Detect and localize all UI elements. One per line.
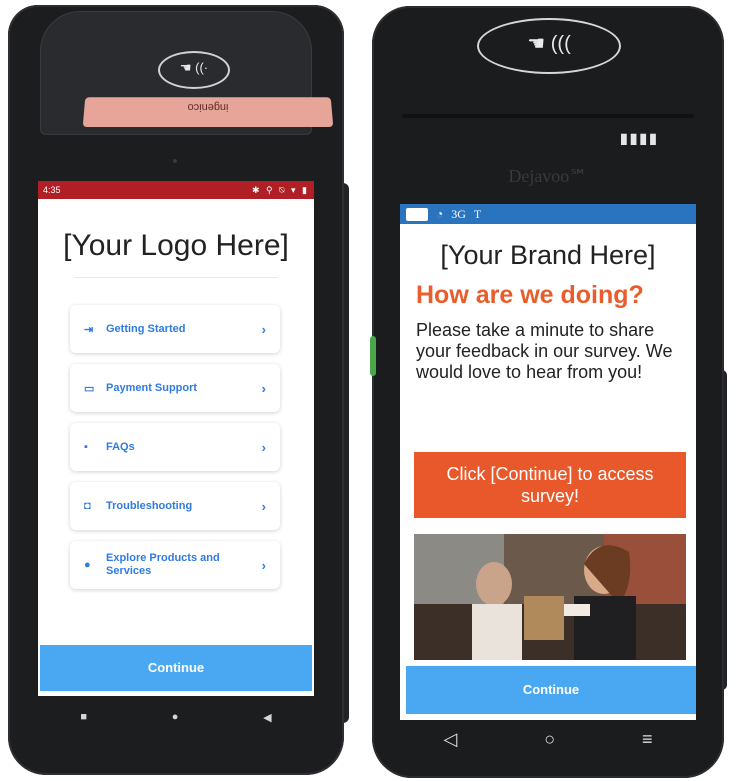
contactless-icon: ☚ ((( — [477, 18, 621, 74]
logo-placeholder: [Your Logo Here] — [63, 229, 289, 262]
chevron-right-icon: › — [261, 321, 266, 337]
continue-button[interactable]: Continue — [40, 645, 312, 691]
back-icon[interactable]: ◁ — [443, 729, 457, 750]
side-key — [370, 336, 376, 376]
survey-body: Please take a minute to share your feedb… — [416, 320, 673, 382]
menu-item-label: Payment Support — [106, 381, 198, 394]
home-icon[interactable]: ● — [172, 711, 179, 723]
brand-placeholder: [Your Brand Here] — [440, 240, 656, 270]
chat-icon: ▪ — [84, 441, 88, 453]
status-bar: 4:35 ✱ ⚲ ⍉ ▾ ▮ — [38, 181, 314, 199]
right-screen: ◔ 3G T [Your Brand Here] How are we doin… — [400, 204, 696, 720]
status-time: 4:35 — [43, 185, 61, 195]
menu-item-label: FAQs — [106, 440, 135, 453]
compass-icon: ● — [84, 559, 91, 571]
carrier-label: T — [473, 206, 482, 221]
contactless-leds: ▮▮▮▮ — [620, 130, 659, 146]
home-icon[interactable]: ○ — [544, 729, 555, 750]
dejavoo-terminal: ☚ ((( ▮▮▮▮ Dejavoo℠ ◔ 3G T [Your Brand H… — [370, 6, 727, 778]
terminal-top: ☚ ((· ingenico — [40, 11, 334, 135]
recents-icon[interactable]: ■ — [80, 711, 87, 723]
menu-item-getting-started[interactable]: ⇥ Getting Started › — [70, 305, 280, 353]
cta-label: Click [Continue] to access survey! — [446, 464, 654, 506]
menu-item-label: Explore Products and Services — [106, 552, 220, 577]
cafe-photo — [414, 534, 686, 660]
wifi-icon: ◔ — [436, 206, 444, 221]
chevron-right-icon: › — [261, 557, 266, 573]
camera-icon — [173, 159, 177, 163]
status-bar: ◔ 3G T — [400, 204, 696, 224]
menu-item-payment-support[interactable]: ▭ Payment Support › — [70, 364, 280, 412]
printer-cover: ingenico — [82, 97, 334, 128]
menu-item-troubleshooting[interactable]: ◘ Troubleshooting › — [70, 482, 280, 530]
device-brand: Dejavoo℠ — [508, 166, 588, 186]
printer-slot — [402, 114, 694, 118]
divider — [74, 277, 278, 278]
settings-box-icon: ◘ — [84, 500, 91, 512]
battery-icon — [406, 207, 428, 221]
chevron-right-icon: › — [261, 439, 266, 455]
device-brand: ingenico — [187, 101, 229, 113]
survey-heading: How are we doing? — [416, 281, 644, 309]
help-menu: ⇥ Getting Started › ▭ Payment Support › … — [70, 305, 280, 600]
status-icons: ✱ ⚲ ⍉ ▾ ▮ — [251, 184, 309, 195]
ingenico-terminal: ☚ ((· ingenico 4:35 ✱ ⚲ ⍉ ▾ ▮ [Your Logo… — [8, 5, 349, 775]
menu-item-faqs[interactable]: ▪ FAQs › — [70, 423, 280, 471]
menu-item-explore-products[interactable]: ● Explore Products and Services › — [70, 541, 280, 589]
android-nav-bar: ■ ● ◀ — [38, 699, 314, 735]
contactless-icon: ☚ ((· — [158, 51, 230, 89]
chevron-right-icon: › — [261, 498, 266, 514]
menu-icon[interactable]: ≡ — [642, 729, 653, 750]
chevron-right-icon: › — [261, 380, 266, 396]
network-label: 3G — [451, 206, 466, 221]
login-icon: ⇥ — [84, 323, 94, 336]
menu-item-label: Getting Started — [106, 322, 186, 335]
android-nav-bar: ◁ ○ ≡ — [400, 724, 696, 754]
card-icon: ▭ — [84, 382, 95, 395]
back-icon[interactable]: ◀ — [263, 711, 271, 724]
menu-item-label: Troubleshooting — [106, 499, 193, 512]
survey-cta-banner[interactable]: Click [Continue] to access survey! — [414, 452, 686, 518]
continue-button[interactable]: Continue — [406, 666, 696, 714]
left-screen: 4:35 ✱ ⚲ ⍉ ▾ ▮ [Your Logo Here] ⇥ Gettin… — [38, 181, 314, 696]
